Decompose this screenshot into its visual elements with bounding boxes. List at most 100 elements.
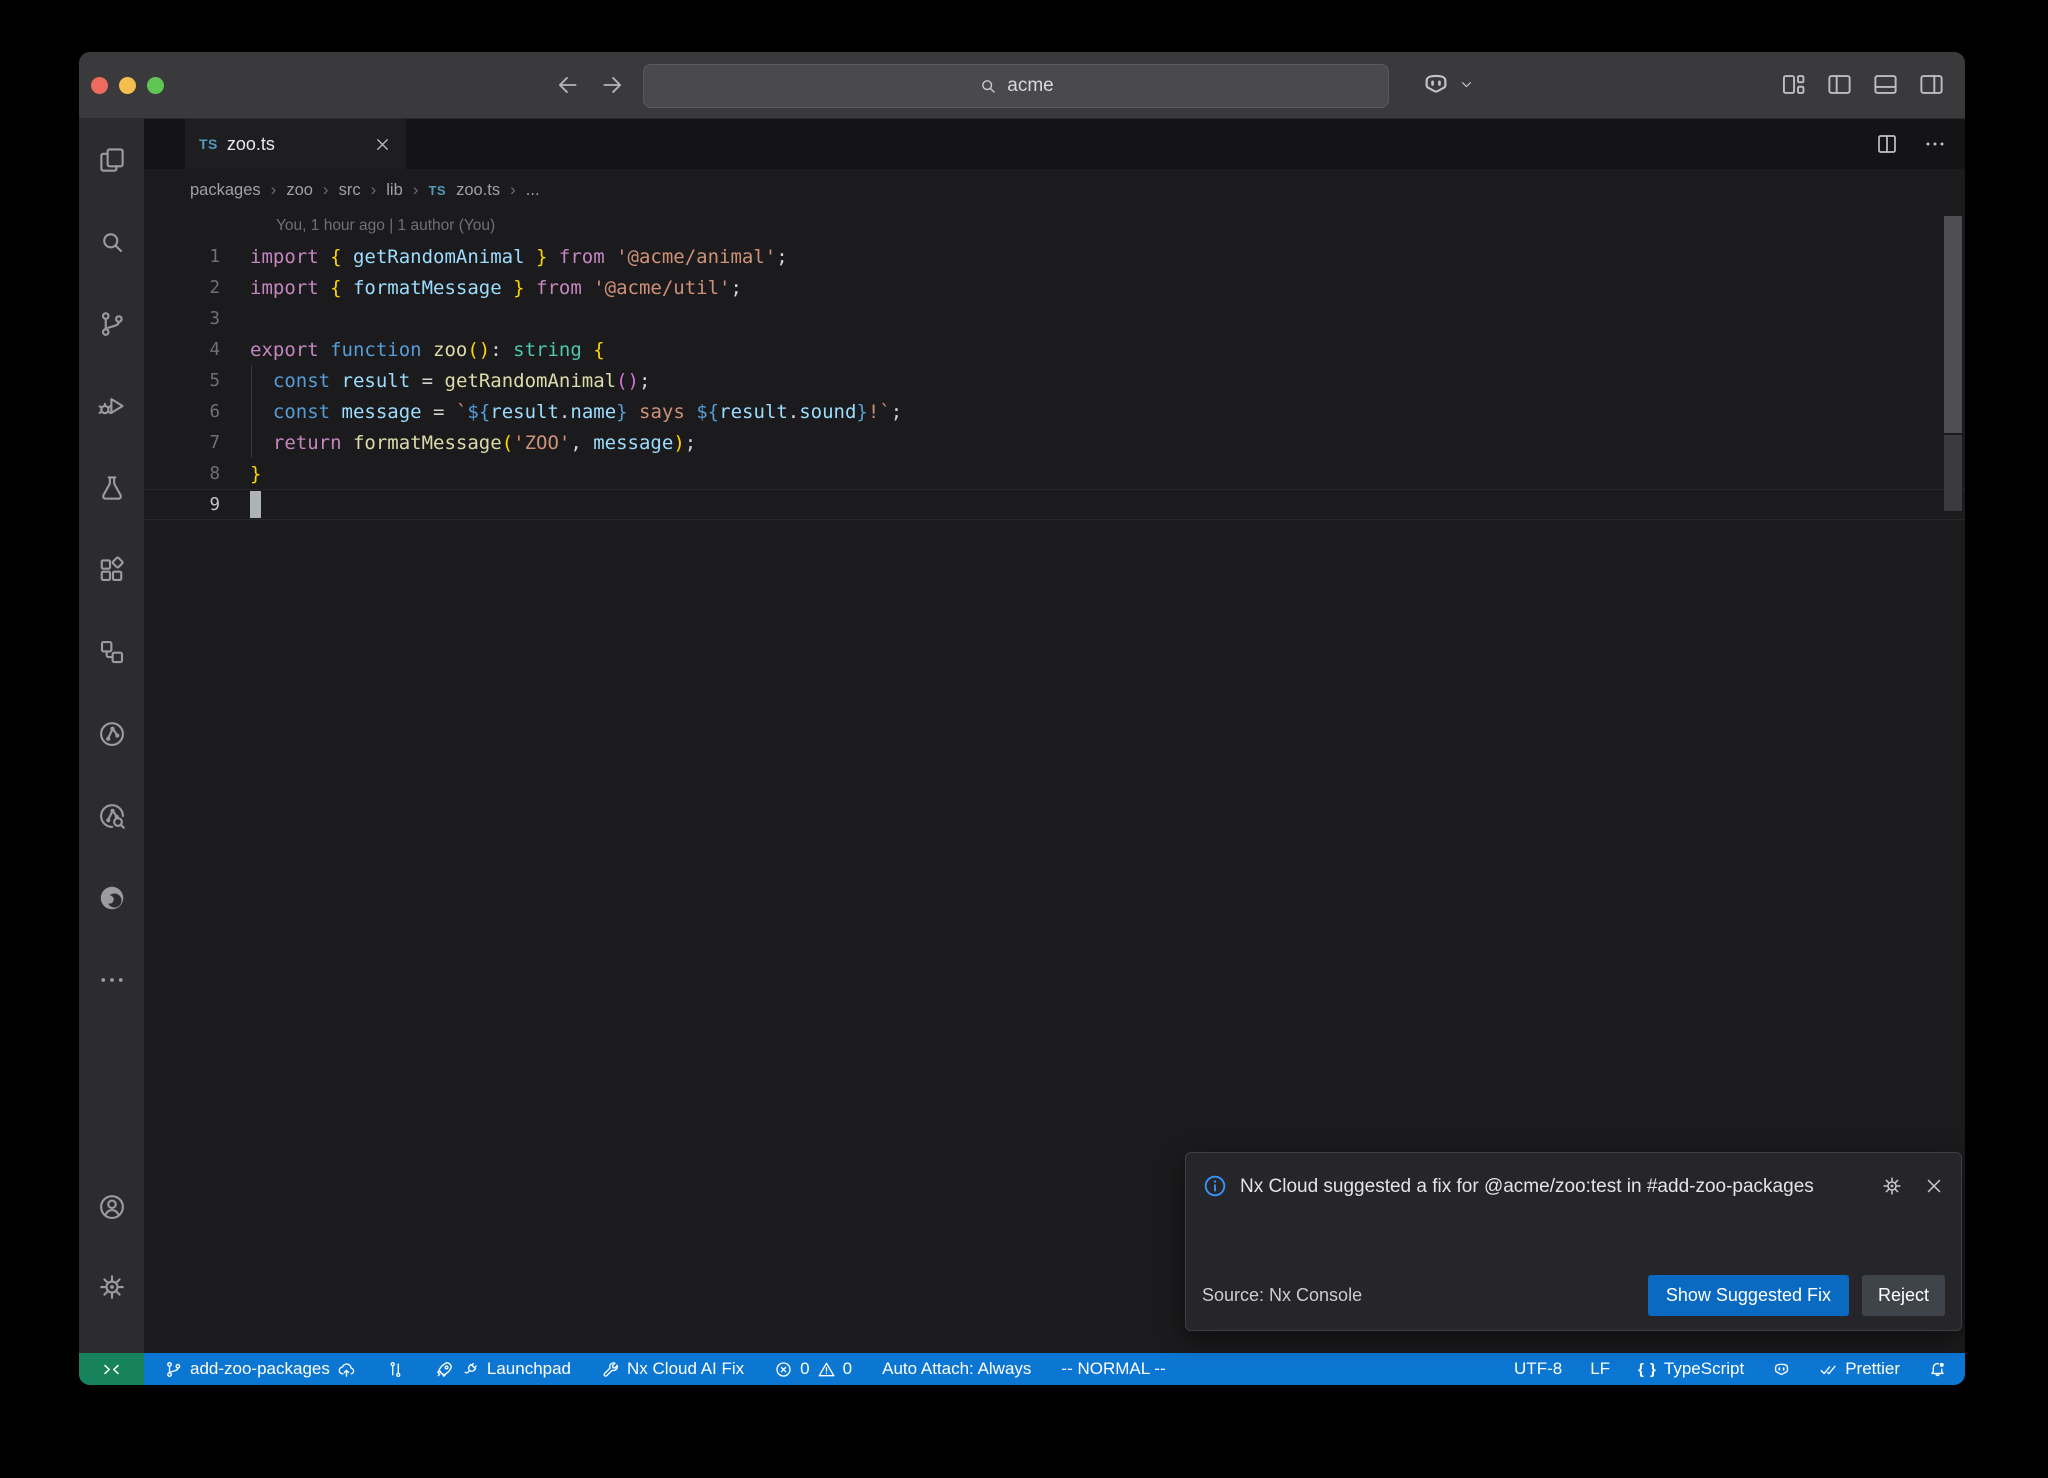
gear-icon[interactable]: [1881, 1175, 1903, 1197]
status-label: LF: [1590, 1359, 1610, 1379]
breadcrumb: packages›zoo›src›lib›TSzoo.ts›...: [144, 169, 1965, 211]
accounts-icon: [97, 1192, 127, 1222]
status-launchpad[interactable]: Launchpad: [435, 1359, 571, 1379]
search-icon: [978, 76, 998, 96]
status-auto-attach[interactable]: Auto Attach: Always: [882, 1359, 1031, 1379]
search-icon: [97, 227, 127, 257]
breadcrumb-item[interactable]: packages: [190, 181, 261, 200]
status-notifications[interactable]: [1928, 1360, 1947, 1379]
breadcrumb-separator: ›: [510, 180, 516, 200]
remote-indicator[interactable]: [79, 1353, 144, 1385]
history-nav: [555, 72, 625, 98]
notification-actions: [1881, 1175, 1945, 1197]
warning-icon: [817, 1360, 836, 1379]
activity-bar-top: [79, 119, 144, 1021]
breadcrumb-separator: ›: [271, 180, 277, 200]
breadcrumb-separator: ›: [323, 180, 329, 200]
typescript-file-icon: TS: [428, 183, 446, 198]
split-editor-icon[interactable]: [1875, 132, 1899, 156]
git-blame-annotation: You, 1 hour ago | 1 author (You): [276, 211, 1965, 241]
show-suggested-fix-button[interactable]: Show Suggested Fix: [1648, 1275, 1849, 1316]
status-label: -- NORMAL --: [1061, 1359, 1165, 1379]
code-line-2[interactable]: 2 import { formatMessage } from '@acme/ut…: [144, 272, 1965, 303]
tab-zoo-ts[interactable]: TS zoo.ts: [185, 119, 406, 169]
window-minimize-button[interactable]: [119, 77, 136, 94]
back-arrow-icon[interactable]: [555, 72, 581, 98]
status-vim-mode[interactable]: -- NORMAL --: [1061, 1359, 1165, 1379]
status-bar: add-zoo-packages Launchpad Nx Cloud AI Fix…: [79, 1353, 1965, 1385]
code-line-3[interactable]: 3: [144, 303, 1965, 334]
code-line-4[interactable]: 4export function zoo(): string {: [144, 334, 1965, 365]
reject-button[interactable]: Reject: [1862, 1275, 1945, 1316]
toggle-secondary-sidebar-icon[interactable]: [1918, 71, 1945, 98]
status-nx-cloud-ai-fix[interactable]: Nx Cloud AI Fix: [601, 1359, 744, 1379]
activity-edge-browser[interactable]: [79, 857, 144, 939]
activity-nx-project-graph[interactable]: [79, 693, 144, 775]
code-line-9[interactable]: 9: [144, 489, 1965, 520]
code-text: import { formatMessage } from '@acme/uti…: [250, 277, 742, 299]
toggle-primary-sidebar-icon[interactable]: [1826, 71, 1853, 98]
activity-accounts[interactable]: [79, 1167, 144, 1247]
breadcrumb-trailing[interactable]: ...: [526, 181, 540, 200]
activity-more-views[interactable]: [79, 939, 144, 1021]
code-line-8[interactable]: 8}: [144, 458, 1965, 489]
status-copilot-status[interactable]: [1772, 1360, 1791, 1379]
tab-bar: TS zoo.ts: [144, 119, 1965, 169]
status-label: TypeScript: [1664, 1359, 1744, 1379]
line-number: 2: [144, 278, 220, 298]
notification-header: Nx Cloud suggested a fix for @acme/zoo:t…: [1186, 1153, 1961, 1206]
activity-source-control[interactable]: [79, 283, 144, 365]
code-editor[interactable]: You, 1 hour ago | 1 author (You) 1import…: [144, 211, 1965, 520]
status-eol[interactable]: LF: [1590, 1359, 1610, 1379]
activity-extensions[interactable]: [79, 529, 144, 611]
project-graph-icon: [386, 1360, 405, 1379]
copilot-menu[interactable]: [1421, 69, 1475, 99]
status-label: Nx Cloud AI Fix: [627, 1359, 744, 1379]
status-language-mode[interactable]: { } TypeScript: [1638, 1359, 1744, 1379]
editor-scrollbar-track: [1944, 435, 1962, 511]
more-views-icon: [97, 965, 127, 995]
activity-bar-bottom: [79, 1167, 144, 1353]
braces-icon: { }: [1638, 1361, 1657, 1378]
close-icon[interactable]: [1923, 1175, 1945, 1197]
activity-settings[interactable]: [79, 1247, 144, 1327]
search-value: acme: [1007, 75, 1053, 97]
breadcrumb-file[interactable]: zoo.ts: [456, 181, 500, 200]
activity-run-and-debug[interactable]: [79, 365, 144, 447]
window-close-button[interactable]: [91, 77, 108, 94]
breadcrumb-item[interactable]: lib: [386, 181, 403, 200]
error-icon: [774, 1360, 793, 1379]
copilot-icon: [1421, 69, 1451, 99]
editor-scrollbar[interactable]: [1944, 216, 1962, 433]
command-center-search[interactable]: acme: [643, 64, 1389, 108]
activity-explorer[interactable]: [79, 119, 144, 201]
line-number: 3: [144, 309, 220, 329]
code-text: return formatMessage('ZOO', message);: [250, 432, 696, 454]
activity-nx-console[interactable]: [79, 611, 144, 693]
status-problems[interactable]: 00: [774, 1359, 852, 1379]
activity-search[interactable]: [79, 201, 144, 283]
code-line-5[interactable]: 5 const result = getRandomAnimal();: [144, 365, 1965, 396]
status-branch[interactable]: add-zoo-packages: [164, 1359, 356, 1379]
code-line-6[interactable]: 6 const message = `${result.name} says $…: [144, 396, 1965, 427]
vscode-window: acme TS zoo: [79, 52, 1965, 1385]
activity-testing[interactable]: [79, 447, 144, 529]
more-actions-icon[interactable]: [1923, 132, 1947, 156]
forward-arrow-icon[interactable]: [599, 72, 625, 98]
activity-nx-cloud[interactable]: [79, 775, 144, 857]
status-nx-project-graph[interactable]: [386, 1360, 405, 1379]
breadcrumb-item[interactable]: src: [339, 181, 361, 200]
status-encoding[interactable]: UTF-8: [1514, 1359, 1562, 1379]
bell-dot-icon: [1928, 1360, 1947, 1379]
toggle-panel-icon[interactable]: [1872, 71, 1899, 98]
breadcrumb-item[interactable]: zoo: [286, 181, 313, 200]
code-line-7[interactable]: 7 return formatMessage('ZOO', message);: [144, 427, 1965, 458]
status-formatter[interactable]: Prettier: [1819, 1359, 1900, 1379]
code-text: import { getRandomAnimal } from '@acme/a…: [250, 246, 788, 268]
window-zoom-button[interactable]: [147, 77, 164, 94]
code-line-1[interactable]: 1import { getRandomAnimal } from '@acme/…: [144, 241, 1965, 272]
status-bar-left: add-zoo-packages Launchpad Nx Cloud AI Fix…: [164, 1359, 1166, 1379]
tab-close-icon[interactable]: [373, 135, 392, 154]
customize-layout-icon[interactable]: [1780, 71, 1807, 98]
notification-toast: Nx Cloud suggested a fix for @acme/zoo:t…: [1185, 1152, 1962, 1331]
